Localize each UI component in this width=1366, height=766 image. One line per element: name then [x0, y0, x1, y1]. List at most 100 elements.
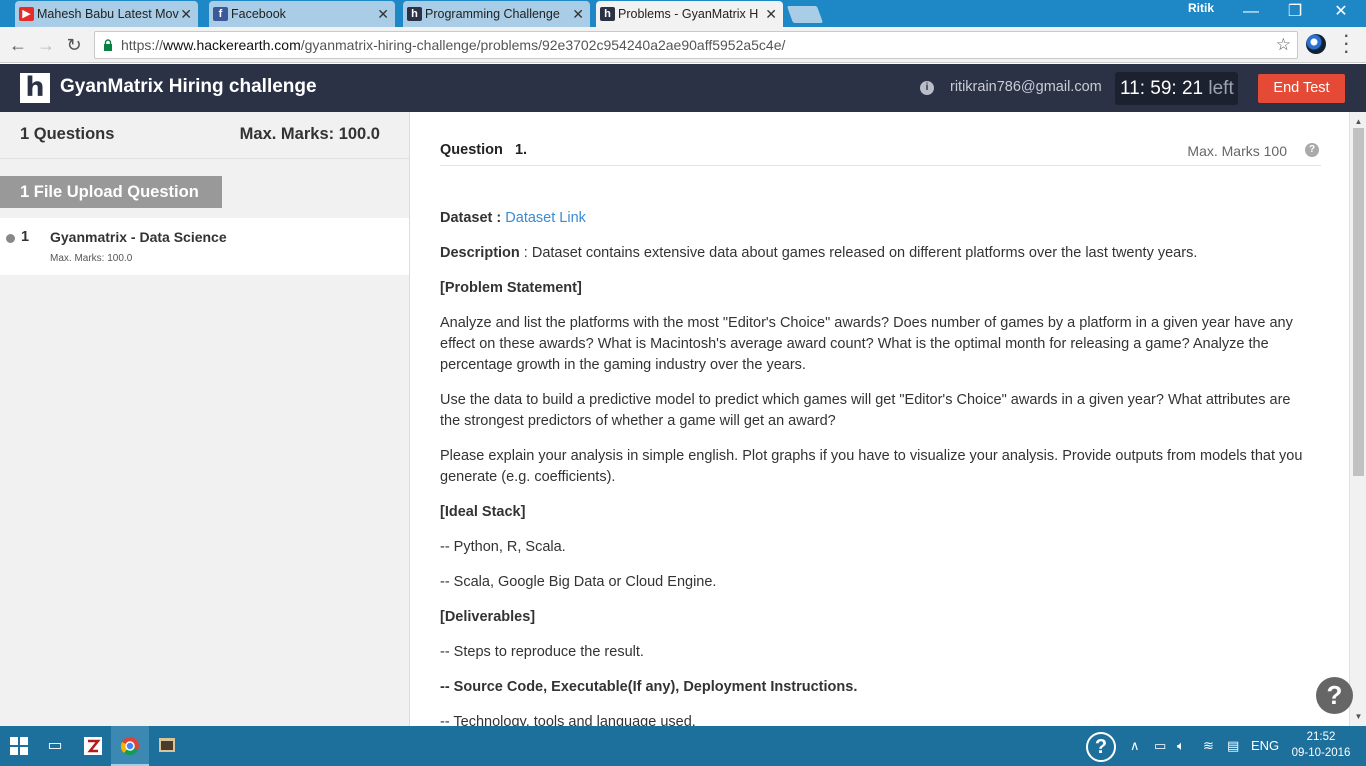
description-text: : Dataset contains extensive data about … — [523, 245, 1198, 261]
stack-heading-text: [Ideal Stack] — [440, 504, 526, 520]
challenge-title: GyanMatrix Hiring challenge — [60, 76, 317, 97]
scroll-up-icon[interactable]: ▲ — [1350, 115, 1366, 129]
user-email[interactable]: ritikrain786@gmail.com — [950, 79, 1102, 95]
back-arrow-icon[interactable]: ← — [7, 34, 29, 56]
new-tab-button[interactable] — [786, 6, 824, 23]
section-label: 1 File Upload Question — [0, 176, 222, 208]
tab-problems-active[interactable]: h Problems - GyanMatrix H ✕ — [596, 1, 783, 27]
url-text: https://www.hackerearth.com/gyanmatrix-h… — [121, 37, 785, 53]
question-number: 1 — [21, 229, 30, 245]
taskbar-clock[interactable]: 21:52 09-10-2016 — [1289, 729, 1353, 761]
problem-para-1: Analyze and list the platforms with the … — [440, 315, 1293, 373]
facebook-icon: f — [213, 7, 228, 21]
close-icon[interactable]: ✕ — [377, 6, 389, 23]
question-title: Question 1. — [440, 142, 527, 158]
problem-para-2: Use the data to build a predictive model… — [440, 392, 1291, 429]
clock-date: 09-10-2016 — [1291, 747, 1351, 759]
volume-icon[interactable]: 🔈︎ — [1177, 738, 1185, 754]
scroll-down-icon[interactable]: ▼ — [1350, 710, 1366, 724]
tab-title: Programming Challenge — [425, 7, 560, 21]
problem-heading: [Problem Statement] — [440, 278, 1312, 299]
question-header: Question 1. Max. Marks 100 ? — [440, 139, 1321, 166]
tab-title: Mahesh Babu Latest Mov — [37, 7, 179, 21]
battery-icon[interactable]: ▭ — [1154, 738, 1166, 754]
floating-help-button[interactable]: ? — [1316, 677, 1353, 714]
youtube-icon: ▶ — [19, 7, 34, 21]
dataset-line: Dataset : Dataset Link — [440, 208, 1312, 229]
sidebar-max-marks: Max. Marks: 100.0 — [239, 125, 380, 143]
problem-para-3: Please explain your analysis in simple e… — [440, 448, 1303, 485]
countdown-timer: 11: 59: 21 left — [1115, 72, 1238, 105]
deliverables-heading: [Deliverables] — [440, 607, 1312, 628]
hackerearth-icon: h — [600, 7, 615, 21]
question-label: Question — [440, 142, 503, 158]
filezilla-icon[interactable] — [74, 726, 112, 766]
lock-icon — [104, 39, 112, 51]
tab-facebook[interactable]: f Facebook ✕ — [209, 1, 395, 27]
deliverable-item-3: -- Technology, tools and language used. — [440, 714, 696, 726]
minimize-icon[interactable]: — — [1228, 0, 1274, 24]
info-icon[interactable]: i — [920, 81, 934, 95]
hackerearth-icon: h — [407, 7, 422, 21]
deliverables-heading-text: [Deliverables] — [440, 609, 536, 625]
stack-heading: [Ideal Stack] — [440, 502, 1312, 523]
question-panel: Question 1. Max. Marks 100 ? Dataset : D… — [411, 112, 1349, 726]
forward-arrow-icon[interactable]: → — [35, 34, 57, 56]
extension-icon[interactable] — [1306, 34, 1326, 54]
dataset-link[interactable]: Dataset Link — [505, 210, 586, 226]
app-header: h GyanMatrix Hiring challenge i ritikrai… — [0, 64, 1366, 112]
sidebar-question-item[interactable]: 1 Gyanmatrix - Data Science Max. Marks: … — [0, 218, 409, 275]
deliverable-item-2: -- Source Code, Executable(If any), Depl… — [440, 677, 1312, 698]
language-indicator[interactable]: ENG — [1251, 738, 1279, 753]
question-body: Dataset : Dataset Link Description : Dat… — [440, 208, 1312, 726]
chrome-taskbar-icon[interactable] — [111, 726, 149, 766]
wifi-icon[interactable]: ≋ — [1203, 738, 1214, 754]
deliverable-item-1: -- Steps to reproduce the result. — [440, 644, 644, 660]
url-scheme: https:// — [121, 37, 164, 53]
chevron-up-icon[interactable]: ∧ — [1130, 738, 1140, 754]
menu-dots-icon[interactable]: · · · — [1344, 29, 1349, 61]
hackerearth-logo[interactable]: h — [20, 73, 50, 103]
dataset-label: Dataset : — [440, 210, 502, 226]
windows-taskbar: ▭ ? ∧ ▭ 🔈︎ ≋ ▤ ENG 21:52 09-10-2016 — [0, 726, 1366, 766]
scroll-thumb[interactable] — [1353, 128, 1364, 476]
description-line: Description : Dataset contains extensive… — [440, 243, 1312, 264]
tab-title: Problems - GyanMatrix H — [618, 7, 759, 21]
close-icon[interactable]: ✕ — [765, 6, 777, 23]
clock-time: 21:52 — [1306, 731, 1336, 743]
url-input[interactable]: https://www.hackerearth.com/gyanmatrix-h… — [94, 31, 1298, 59]
question-marks: Max. Marks: 100.0 — [50, 253, 133, 264]
page-scrollbar[interactable]: ▲ ▼ — [1349, 112, 1366, 726]
bookmark-star-icon[interactable]: ☆ — [1276, 35, 1291, 55]
browser-tab-strip: ▶ Mahesh Babu Latest Mov ✕ f Facebook ✕ … — [0, 0, 1366, 27]
app-window-icon[interactable] — [148, 726, 186, 766]
url-path: /gyanmatrix-hiring-challenge/problems/92… — [300, 37, 786, 53]
notification-icon[interactable]: ▤ — [1227, 738, 1239, 754]
problem-heading-text: [Problem Statement] — [440, 280, 582, 296]
help-icon[interactable]: ? — [1305, 143, 1319, 157]
end-test-button[interactable]: End Test — [1258, 74, 1345, 103]
tab-title: Facebook — [231, 7, 286, 21]
tab-youtube[interactable]: ▶ Mahesh Babu Latest Mov ✕ — [15, 1, 198, 27]
deliverable-item-2-text: -- Source Code, Executable(If any), Depl… — [440, 679, 858, 695]
windows-start-icon[interactable] — [0, 726, 38, 766]
questions-count: 1 Questions — [20, 125, 115, 143]
question-name: Gyanmatrix - Data Science — [50, 229, 227, 245]
stack-item-2: -- Scala, Google Big Data or Cloud Engin… — [440, 574, 717, 590]
task-view-icon[interactable]: ▭ — [36, 726, 74, 766]
help-tray-icon[interactable]: ? — [1086, 732, 1116, 762]
timer-suffix: left — [1208, 78, 1234, 99]
restore-icon[interactable]: ❐ — [1272, 0, 1318, 24]
close-icon[interactable]: ✕ — [180, 6, 192, 23]
question-max-marks: Max. Marks 100 — [1187, 143, 1287, 159]
tab-programming-challenge[interactable]: h Programming Challenge ✕ — [403, 1, 590, 27]
close-window-icon[interactable]: ✕ — [1318, 0, 1364, 24]
address-bar: ← → ↻ https://www.hackerearth.com/gyanma… — [0, 27, 1366, 63]
close-icon[interactable]: ✕ — [572, 6, 584, 23]
description-label: Description — [440, 245, 520, 261]
url-host: www.hackerearth.com — [163, 37, 301, 53]
reload-icon[interactable]: ↻ — [63, 34, 85, 56]
profile-name[interactable]: Ritik — [1176, 0, 1226, 18]
question-sidebar: 1 Questions Max. Marks: 100.0 1 File Upl… — [0, 112, 410, 726]
timer-value: 11: 59: 21 — [1120, 78, 1204, 99]
